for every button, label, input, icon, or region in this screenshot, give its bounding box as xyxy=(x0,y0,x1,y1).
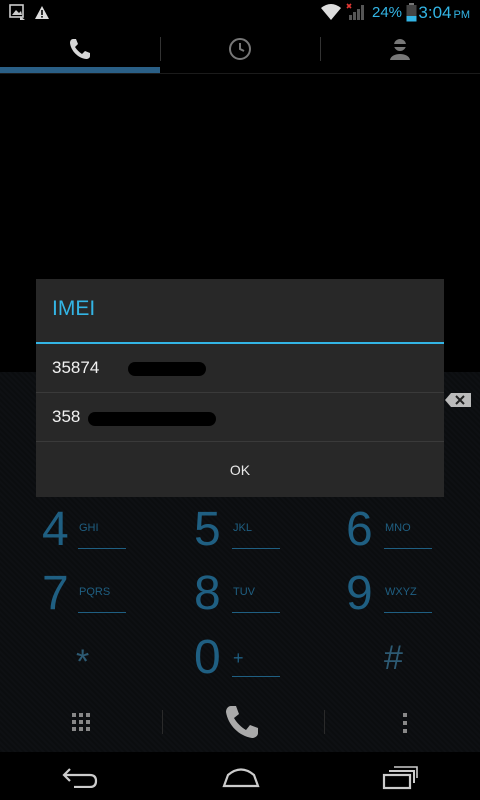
status-time: 3:04 PM xyxy=(418,3,470,23)
dial-key-7[interactable]: 7 PQRS xyxy=(0,566,160,630)
battery-icon xyxy=(406,3,417,22)
dial-digit: 4 xyxy=(42,503,69,556)
dial-digit: 8 xyxy=(194,567,221,620)
dial-letters: GHI xyxy=(79,522,99,534)
home-icon[interactable] xyxy=(222,766,260,788)
dial-digit: 9 xyxy=(346,567,373,620)
back-icon[interactable] xyxy=(62,766,98,788)
dial-letters: MNO xyxy=(385,522,411,534)
navigation-bar xyxy=(0,752,480,800)
dial-underline xyxy=(232,548,280,549)
action-separator xyxy=(162,710,163,734)
dial-digit: 7 xyxy=(42,567,69,620)
dial-key-star[interactable]: * xyxy=(0,630,160,694)
dial-digit: 5 xyxy=(194,503,221,556)
dial-digit: 6 xyxy=(346,503,373,556)
action-separator xyxy=(324,710,325,734)
dial-symbol: * xyxy=(76,643,90,681)
call-button-icon[interactable] xyxy=(222,702,262,742)
dial-letters: TUV xyxy=(233,586,255,598)
phone-icon xyxy=(70,39,90,59)
imei-dialog: IMEI 35874 358 OK xyxy=(36,279,444,497)
backspace-icon[interactable] xyxy=(444,392,472,408)
image-notification-icon xyxy=(9,4,25,20)
wifi-icon xyxy=(321,4,341,20)
dial-key-0[interactable]: 0 + xyxy=(160,630,320,694)
tab-call-log[interactable] xyxy=(160,25,320,73)
status-bar: 24% 3:04 PM xyxy=(0,0,480,25)
redaction-mark xyxy=(128,362,206,376)
imei-2-value: 358 xyxy=(52,407,81,426)
warning-icon xyxy=(35,6,49,19)
recent-apps-icon[interactable] xyxy=(382,764,418,790)
time-value: 3:04 xyxy=(418,3,452,22)
imei-row-1: 35874 xyxy=(36,344,444,393)
dialer-action-row xyxy=(0,690,480,752)
dial-key-8[interactable]: 8 TUV xyxy=(160,566,320,630)
dial-key-4[interactable]: 4 GHI xyxy=(0,502,160,566)
tab-phone[interactable] xyxy=(0,25,160,73)
dial-key-5[interactable]: 5 JKL xyxy=(160,502,320,566)
dial-key-hash[interactable]: # xyxy=(320,630,480,694)
dial-underline xyxy=(384,548,432,549)
imei-1-value: 35874 xyxy=(52,358,100,377)
dial-letters: PQRS xyxy=(79,586,111,598)
clock-icon xyxy=(229,38,251,60)
dial-underline xyxy=(78,548,126,549)
dial-underline xyxy=(384,612,432,613)
dial-underline xyxy=(232,612,280,613)
ok-button[interactable]: OK xyxy=(36,443,444,497)
dial-letters: JKL xyxy=(233,522,252,534)
battery-percent: 24% xyxy=(372,4,403,21)
signal-no-service-icon xyxy=(346,3,364,20)
overflow-menu-icon[interactable] xyxy=(401,712,409,734)
tab-contacts[interactable] xyxy=(320,25,480,73)
time-ampm: PM xyxy=(453,9,471,21)
dial-key-6[interactable]: 6 MNO xyxy=(320,502,480,566)
dial-underline xyxy=(232,676,280,677)
dialog-title: IMEI xyxy=(52,297,96,320)
redaction-mark xyxy=(88,412,216,426)
person-icon xyxy=(390,39,410,60)
dial-underline xyxy=(78,612,126,613)
dial-letters: WXYZ xyxy=(385,586,417,598)
dial-digit: 0 xyxy=(194,631,221,684)
dialpad-toggle-icon[interactable] xyxy=(71,712,91,732)
dial-letters: + xyxy=(233,648,244,668)
imei-row-2: 358 xyxy=(36,393,444,442)
dial-key-9[interactable]: 9 WXYZ xyxy=(320,566,480,630)
selected-tab-indicator xyxy=(0,67,160,73)
dial-symbol: # xyxy=(384,639,403,677)
